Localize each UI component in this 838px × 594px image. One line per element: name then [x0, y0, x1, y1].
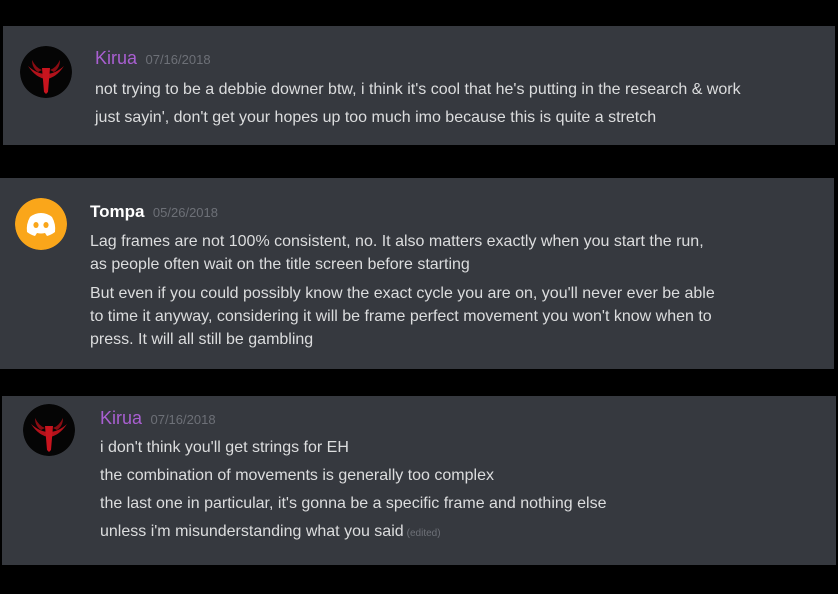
message-header: Kirua 07/16/2018 — [95, 48, 211, 69]
quake3-logo-icon — [23, 404, 75, 456]
message-body: Lag frames are not 100% consistent, no. … — [90, 230, 715, 351]
timestamp: 05/26/2018 — [152, 205, 218, 220]
message-line: as people often wait on the title screen… — [90, 256, 470, 273]
discord-default-avatar-icon — [15, 198, 67, 250]
message-line: unless i'm misunderstanding what you sai… — [100, 518, 606, 548]
message-line: Lag frames are not 100% consistent, no. … — [90, 233, 704, 250]
user-avatar[interactable] — [23, 404, 75, 456]
quake3-logo-icon — [20, 46, 72, 98]
message-card: Kirua 07/16/2018 i don't think you'll ge… — [2, 396, 836, 565]
username[interactable]: Kirua — [100, 408, 142, 428]
timestamp: 07/16/2018 — [150, 412, 216, 427]
message-card: Kirua 07/16/2018 not trying to be a debb… — [3, 26, 835, 145]
message-header: Tompa 05/26/2018 — [90, 202, 218, 222]
username[interactable]: Tompa — [90, 202, 144, 221]
message-line: the combination of movements is generall… — [100, 467, 494, 484]
message-body: not trying to be a debbie downer btw, i … — [95, 76, 741, 132]
message-card: Tompa 05/26/2018 Lag frames are not 100%… — [0, 178, 834, 369]
message-header: Kirua 07/16/2018 — [100, 408, 216, 429]
message-line: just sayin', don't get your hopes up too… — [95, 109, 657, 126]
message-line: i don't think you'll get strings for EH — [100, 439, 349, 456]
message-line: not trying to be a debbie downer btw, i … — [95, 81, 741, 98]
timestamp: 07/16/2018 — [145, 52, 211, 67]
message-line-text: unless i'm misunderstanding what you sai… — [100, 523, 404, 540]
user-avatar[interactable] — [20, 46, 72, 98]
message-body: i don't think you'll get strings for EH … — [100, 434, 606, 548]
message-line: But even if you could possibly know the … — [90, 285, 715, 302]
message-line: the last one in particular, it's gonna b… — [100, 495, 607, 512]
edited-label: (edited) — [406, 528, 441, 539]
user-avatar[interactable] — [15, 198, 67, 250]
message-line: to time it anyway, considering it will b… — [90, 308, 712, 325]
message-line: press. It will all still be gambling — [90, 331, 314, 348]
username[interactable]: Kirua — [95, 48, 137, 68]
